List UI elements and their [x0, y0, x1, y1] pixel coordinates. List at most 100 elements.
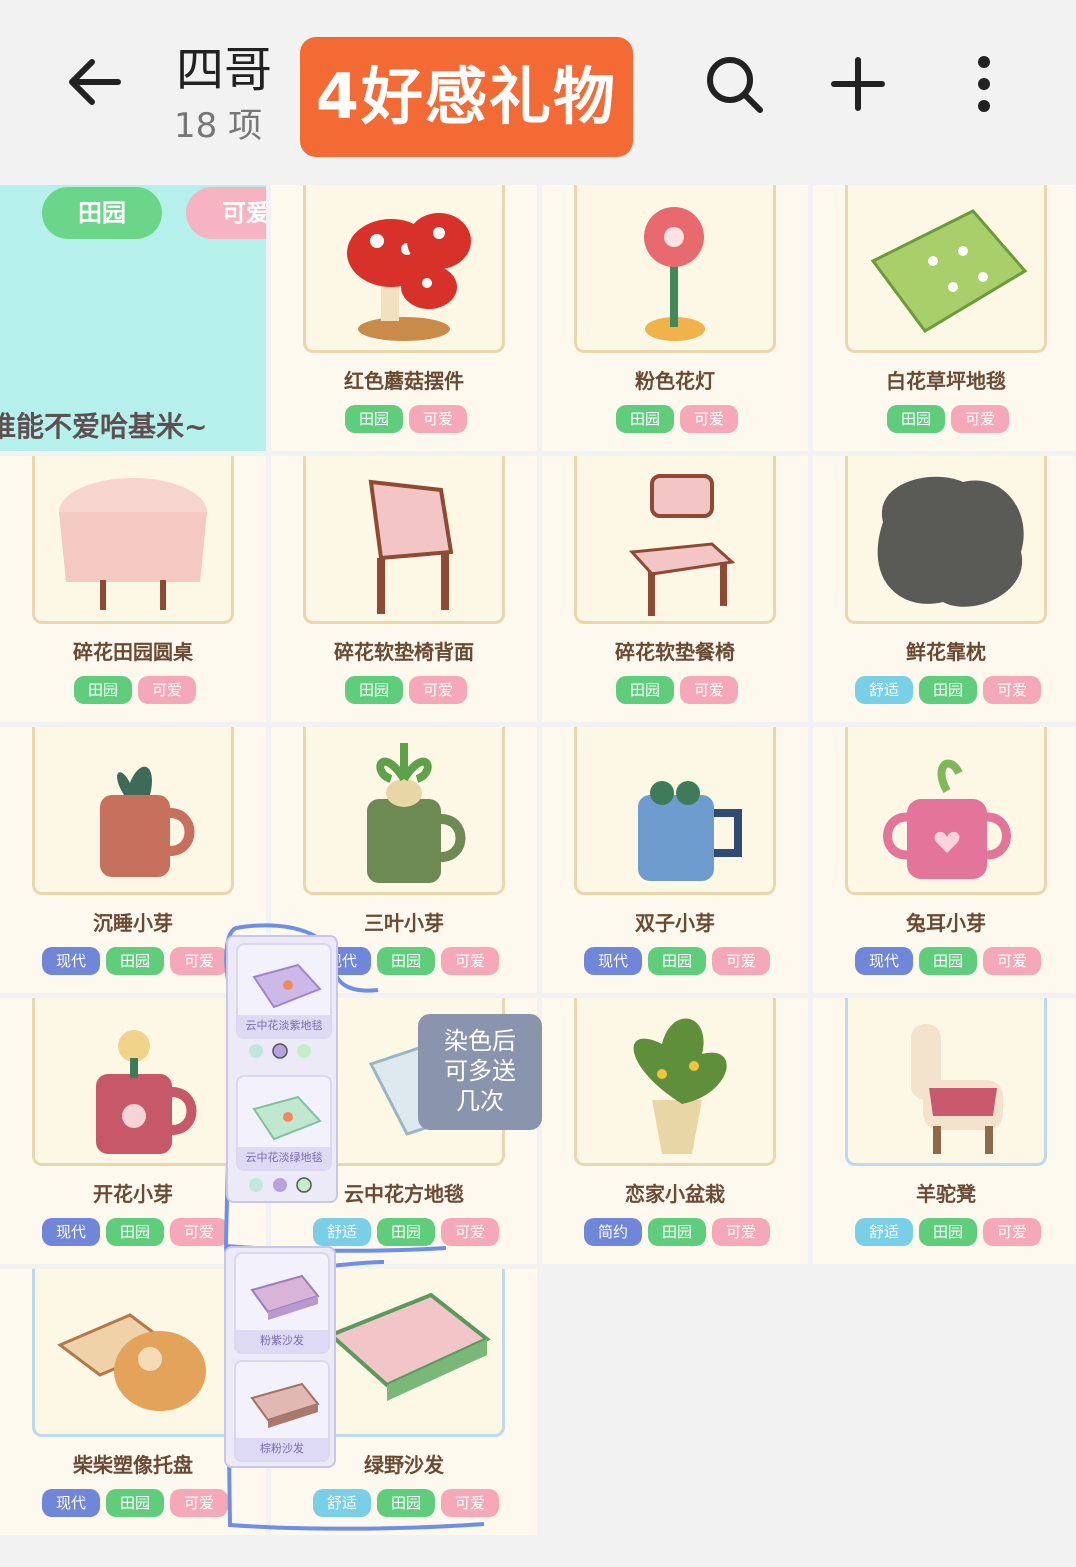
style-tag[interactable]: 田园: [616, 405, 674, 433]
style-tag[interactable]: 田园: [377, 1218, 435, 1246]
style-tag[interactable]: 可爱: [441, 1218, 499, 1246]
style-tag[interactable]: 可爱: [409, 405, 467, 433]
style-tag[interactable]: 田园: [919, 676, 977, 704]
style-tag[interactable]: 田园: [648, 1218, 706, 1246]
tag-row: 田园 可爱: [823, 405, 1073, 433]
lawn-rug-icon: [870, 209, 1028, 333]
search-icon[interactable]: [702, 52, 766, 116]
item-card[interactable]: 碎花田园圆桌田园 可爱: [0, 456, 266, 722]
item-card[interactable]: 双子小芽 现代 田园 可爱: [542, 727, 808, 993]
add-icon[interactable]: [826, 52, 890, 116]
style-tag[interactable]: 可爱: [441, 947, 499, 975]
style-tag[interactable]: 田园: [616, 676, 674, 704]
tag-row: 现代 田园 可爱: [552, 947, 802, 975]
tag-row: 简约 田园 可爱: [552, 1218, 802, 1246]
sofa-variant-panel: 粉紫沙发 棕粉沙发: [224, 1246, 336, 1468]
style-tag[interactable]: 田园: [648, 947, 706, 975]
tag-row: 田园 可爱: [10, 676, 260, 704]
style-tag[interactable]: 田园: [919, 1218, 977, 1246]
style-tag[interactable]: 可爱: [680, 405, 738, 433]
style-tag[interactable]: 现代: [584, 947, 642, 975]
alpaca-stool-icon: [911, 1024, 1003, 1154]
style-tag[interactable]: 田园: [345, 676, 403, 704]
item-card[interactable]: 兔耳小芽现代 田园 可爱: [813, 727, 1076, 993]
style-tag[interactable]: 田园: [74, 676, 132, 704]
rug-variant-card-green[interactable]: 云中花淡绿地毯: [236, 1075, 332, 1171]
album-cover[interactable]: 田园 可爱 谁能不爱哈基米~: [0, 185, 266, 451]
item-card[interactable]: 鲜花靠枕 舒适 田园 可爱: [813, 456, 1076, 722]
banner-label: 4好感礼物: [300, 37, 633, 157]
item-card[interactable]: 羊驼凳 舒适 田园 可爱: [813, 998, 1076, 1264]
item-card[interactable]: 碎花软垫椅背面 田园 可爱: [271, 456, 537, 722]
style-tag[interactable]: 田园: [345, 405, 403, 433]
style-tag[interactable]: 可爱: [170, 1489, 228, 1517]
style-tag[interactable]: 可爱: [680, 676, 738, 704]
sofa-variant-card-brown[interactable]: 棕粉沙发: [234, 1360, 330, 1462]
flower-sprout-mug-icon: [96, 1030, 197, 1154]
chair-back-icon: [368, 479, 454, 614]
mushroom-icon: [347, 213, 471, 341]
style-tag[interactable]: 舒适: [855, 676, 913, 704]
tag-row: 田园 可爱: [281, 676, 531, 704]
style-tag[interactable]: 田园: [106, 947, 164, 975]
color-dots: [248, 1043, 318, 1059]
style-tag[interactable]: 田园: [887, 405, 945, 433]
style-tag[interactable]: 可爱: [441, 1489, 499, 1517]
style-tag[interactable]: 可爱: [983, 1218, 1041, 1246]
item-card[interactable]: 红色蘑菇摆件 田园 可爱: [271, 185, 537, 451]
tag-row: 舒适 田园 可爱: [823, 1218, 1073, 1246]
back-arrow-icon[interactable]: [60, 52, 130, 112]
flower-lamp-icon: [644, 207, 705, 341]
style-tag[interactable]: 田园: [377, 1489, 435, 1517]
item-card[interactable]: 恋家小盆栽简约 田园 可爱: [542, 998, 808, 1264]
item-name: 兔耳小芽: [906, 911, 986, 935]
tag-row: 田园 可爱: [552, 405, 802, 433]
style-tag[interactable]: 可爱: [409, 676, 467, 704]
more-options-icon[interactable]: [952, 52, 1016, 116]
item-name: 三叶小芽: [364, 911, 444, 935]
item-card[interactable]: 粉色花灯 田园 可爱: [542, 185, 808, 451]
sleeping-sprout-mug-icon: [100, 766, 195, 877]
item-name: 沉睡小芽: [93, 911, 173, 935]
cover-caption: 谁能不爱哈基米~: [0, 410, 208, 443]
note-line: 可多送: [444, 1057, 516, 1085]
style-tag[interactable]: 舒适: [855, 1218, 913, 1246]
style-tag[interactable]: 可爱: [983, 947, 1041, 975]
brown-sofa-icon: [250, 1382, 320, 1428]
style-tag[interactable]: 舒适: [313, 1489, 371, 1517]
style-tag[interactable]: 可爱: [983, 676, 1041, 704]
item-card[interactable]: 白花草坪地毯 田园 可爱: [813, 185, 1076, 451]
purple-sofa-icon: [250, 1274, 320, 1320]
item-name: 恋家小盆栽: [625, 1182, 725, 1206]
item-card[interactable]: 碎花软垫餐椅 田园 可爱: [542, 456, 808, 722]
style-tag[interactable]: 现代: [42, 947, 100, 975]
sofa-variant-card-purple[interactable]: 粉紫沙发: [234, 1252, 330, 1354]
style-tag[interactable]: 可爱: [712, 1218, 770, 1246]
note-line: 几次: [456, 1087, 504, 1115]
style-tag[interactable]: 简约: [584, 1218, 642, 1246]
sofa-variant-label: 棕粉沙发: [236, 1438, 328, 1460]
style-tag[interactable]: 可爱: [138, 676, 196, 704]
style-tag[interactable]: 可爱: [712, 947, 770, 975]
style-tag[interactable]: 田园: [919, 947, 977, 975]
tag-row: 田园 可爱: [281, 405, 531, 433]
tag-row: 舒适 田园 可爱: [281, 1489, 531, 1517]
rug-variant-card-purple[interactable]: 云中花淡紫地毯: [236, 943, 332, 1039]
cover-tag-green: 田园: [42, 187, 162, 239]
style-tag[interactable]: 现代: [42, 1489, 100, 1517]
shiba-tray-icon: [57, 1313, 206, 1411]
purple-rug-icon: [252, 963, 322, 1009]
style-tag[interactable]: 舒适: [313, 1218, 371, 1246]
style-tag[interactable]: 现代: [855, 947, 913, 975]
style-tag[interactable]: 田园: [106, 1218, 164, 1246]
pillow-silhouette-icon: [877, 476, 1024, 607]
style-tag[interactable]: 可爱: [170, 1218, 228, 1246]
style-tag[interactable]: 田园: [377, 947, 435, 975]
style-tag[interactable]: 现代: [42, 1218, 100, 1246]
style-tag[interactable]: 可爱: [951, 405, 1009, 433]
item-name: 碎花田园圆桌: [73, 640, 193, 664]
sofa-variant-label: 粉紫沙发: [236, 1330, 328, 1352]
style-tag[interactable]: 可爱: [170, 947, 228, 975]
note-line: 染色后: [444, 1027, 516, 1055]
style-tag[interactable]: 田园: [106, 1489, 164, 1517]
